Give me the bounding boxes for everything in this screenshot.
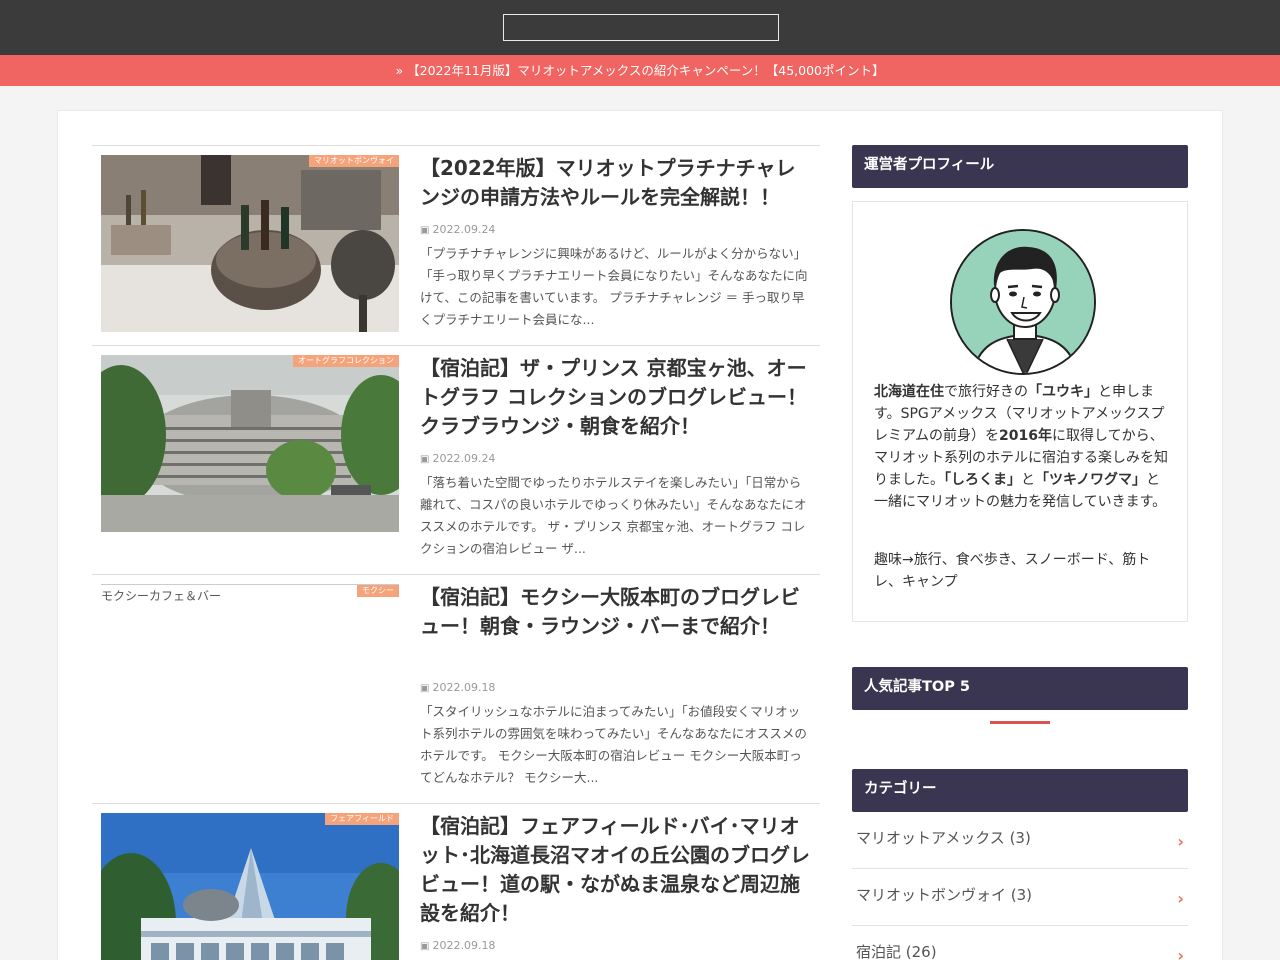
- profile-text-part: で旅行好きの: [944, 384, 1028, 400]
- category-item[interactable]: マリオットボンヴォイ (3) ›: [852, 869, 1188, 926]
- date-text: 2022.09.18: [432, 681, 496, 694]
- article-thumbnail[interactable]: モクシーカフェ＆バー モクシー: [101, 584, 399, 761]
- article-card[interactable]: マリオットボンヴォイ 【2022年版】マリオットプラチナチャレンジの申請方法やル…: [92, 145, 820, 332]
- article-date: ▣ 2022.09.24: [420, 452, 495, 465]
- article-title[interactable]: 【宿泊記】ザ・プリンス 京都宝ヶ池、オートグラフ コレクションのブログレビュー！…: [420, 354, 812, 441]
- double-chevron-right-icon: »: [395, 63, 404, 78]
- profile-widget-heading: 運営者プロフィール: [852, 145, 1188, 188]
- profile-hobby: 趣味→旅行、食べ歩き、スノーボード、筋トレ、キャンプ: [874, 552, 1151, 590]
- article-date: ▣ 2022.09.18: [420, 939, 495, 952]
- article-excerpt: 「スタイリッシュなホテルに泊まってみたい」「お値段安くマリオット系列ホテルの雰囲…: [420, 704, 807, 785]
- category-badge[interactable]: オートグラフコレクション: [293, 355, 399, 367]
- article-thumbnail[interactable]: マリオットボンヴォイ: [101, 155, 399, 332]
- category-item[interactable]: 宿泊記 (26) ›: [852, 926, 1188, 960]
- profile-box: 北海道在住で旅行好きの「ユウキ」と申します。SPGアメックス（マリオットアメック…: [852, 201, 1188, 622]
- category-label[interactable]: 宿泊記 (26): [856, 943, 937, 960]
- profile-location: 北海道在住: [874, 384, 944, 400]
- profile-year: 2016年: [999, 428, 1052, 444]
- category-label[interactable]: マリオットアメックス (3): [856, 829, 1031, 847]
- hotel-exterior-image: [101, 355, 399, 532]
- profile-partner-2: 「ツキノワグマ」: [1035, 472, 1147, 488]
- avatar: [950, 229, 1096, 375]
- sidebar: 運営者プロフィール 北海道在住で旅行好きの「ユウキ」と申します。SPGアメックス…: [852, 145, 1188, 960]
- chevron-right-icon: ›: [1177, 889, 1184, 908]
- tab-indicator: [990, 721, 1050, 724]
- category-badge[interactable]: モクシー: [357, 585, 399, 597]
- site-header: [0, 0, 1280, 55]
- calendar-icon: ▣: [420, 941, 430, 952]
- image-alt-text: モクシーカフェ＆バー: [101, 589, 222, 603]
- date-text: 2022.09.24: [432, 223, 496, 236]
- avatar-illustration: [952, 231, 1094, 373]
- article-date: ▣ 2022.09.18: [420, 681, 495, 694]
- notice-link[interactable]: 【2022年11月版】マリオットアメックスの紹介キャンペーン！【45,000ポイ…: [407, 63, 884, 78]
- calendar-icon: ▣: [420, 454, 430, 465]
- chevron-right-icon: ›: [1177, 832, 1184, 851]
- category-list: マリオットアメックス (3) › マリオットボンヴォイ (3) › 宿泊記 (26)…: [852, 812, 1188, 960]
- category-label[interactable]: マリオットボンヴォイ (3): [856, 886, 1032, 904]
- article-excerpt: 「プラチナチャレンジに興味があるけど、ルールがよく分からない」「手っ取り早くプラ…: [420, 246, 808, 327]
- chevron-right-icon: ›: [1177, 946, 1184, 960]
- champagne-bucket-image: [101, 155, 399, 332]
- category-badge[interactable]: フェアフィールド: [325, 813, 399, 825]
- article-title[interactable]: 【2022年版】マリオットプラチナチャレンジの申請方法やルールを完全解説！！: [420, 154, 812, 212]
- glass-building-image: [101, 813, 399, 960]
- article-title[interactable]: 【宿泊記】モクシー大阪本町のブログレビュー！朝食・ラウンジ・バーまで紹介！: [420, 583, 812, 641]
- profile-partner-1: 「しろくま」: [944, 472, 1021, 488]
- date-text: 2022.09.24: [432, 452, 496, 465]
- date-text: 2022.09.18: [432, 939, 496, 952]
- article-card[interactable]: モクシーカフェ＆バー モクシー 【宿泊記】モクシー大阪本町のブログレビュー！朝食…: [92, 574, 820, 785]
- category-badge[interactable]: マリオットボンヴォイ: [309, 155, 399, 167]
- popular-widget-heading: 人気記事TOP 5: [852, 667, 1188, 710]
- article-date: ▣ 2022.09.24: [420, 223, 495, 236]
- profile-text-part: と: [1021, 472, 1035, 488]
- notice-bar[interactable]: » 【2022年11月版】マリオットアメックスの紹介キャンペーン！【45,000ポ…: [0, 55, 1280, 86]
- category-item[interactable]: マリオットアメックス (3) ›: [852, 812, 1188, 869]
- article-card[interactable]: オートグラフコレクション 【宿泊記】ザ・プリンス 京都宝ヶ池、オートグラフ コレ…: [92, 345, 820, 556]
- search-input[interactable]: [503, 14, 779, 41]
- profile-name: 「ユウキ」: [1028, 384, 1098, 400]
- calendar-icon: ▣: [420, 225, 430, 236]
- article-thumbnail[interactable]: オートグラフコレクション: [101, 355, 399, 532]
- article-thumbnail[interactable]: フェアフィールド: [101, 813, 399, 960]
- profile-description: 北海道在住で旅行好きの「ユウキ」と申します。SPGアメックス（マリオットアメック…: [874, 381, 1170, 513]
- article-card[interactable]: フェアフィールド 【宿泊記】フェアフィールド･バイ･マリオット･北海道長沼マオイ…: [92, 803, 820, 960]
- article-list: マリオットボンヴォイ 【2022年版】マリオットプラチナチャレンジの申請方法やル…: [92, 145, 820, 960]
- category-widget-heading: カテゴリー: [852, 769, 1188, 812]
- article-title[interactable]: 【宿泊記】フェアフィールド･バイ･マリオット･北海道長沼マオイの丘公園のブログレ…: [420, 812, 812, 928]
- calendar-icon: ▣: [420, 683, 430, 694]
- article-excerpt: 「落ち着いた空間でゆったりホテルステイを楽しみたい」「日常から離れて、コスパの良…: [420, 475, 807, 556]
